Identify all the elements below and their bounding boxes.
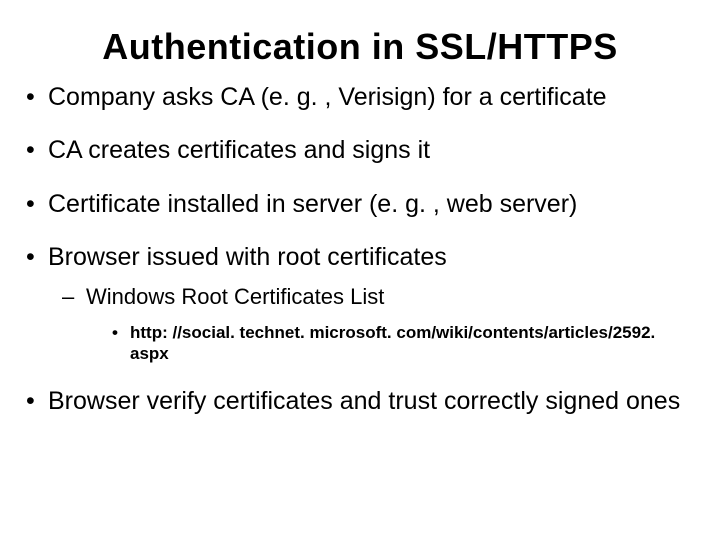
sub-sub-bullet-list: http: //social. technet. microsoft. com/…	[86, 322, 700, 365]
bullet-text: Browser issued with root certificates	[48, 243, 447, 271]
sub-bullet-text: Windows Root Certificates List	[86, 284, 384, 309]
bullet-item: CA creates certificates and signs it	[20, 135, 700, 166]
bullet-item: Company asks CA (e. g. , Verisign) for a…	[20, 82, 700, 113]
slide-title: Authentication in SSL/HTTPS	[20, 26, 700, 68]
bullet-item: Certificate installed in server (e. g. ,…	[20, 189, 700, 220]
bullet-list: Company asks CA (e. g. , Verisign) for a…	[20, 82, 700, 417]
bullet-item: Browser issued with root certificates Wi…	[20, 242, 700, 364]
sub-bullet-list: Windows Root Certificates List http: //s…	[48, 283, 700, 364]
sub-sub-bullet-item: http: //social. technet. microsoft. com/…	[86, 322, 700, 365]
sub-bullet-item: Windows Root Certificates List http: //s…	[48, 283, 700, 364]
bullet-item: Browser verify certificates and trust co…	[20, 386, 700, 417]
slide: Authentication in SSL/HTTPS Company asks…	[0, 0, 720, 540]
